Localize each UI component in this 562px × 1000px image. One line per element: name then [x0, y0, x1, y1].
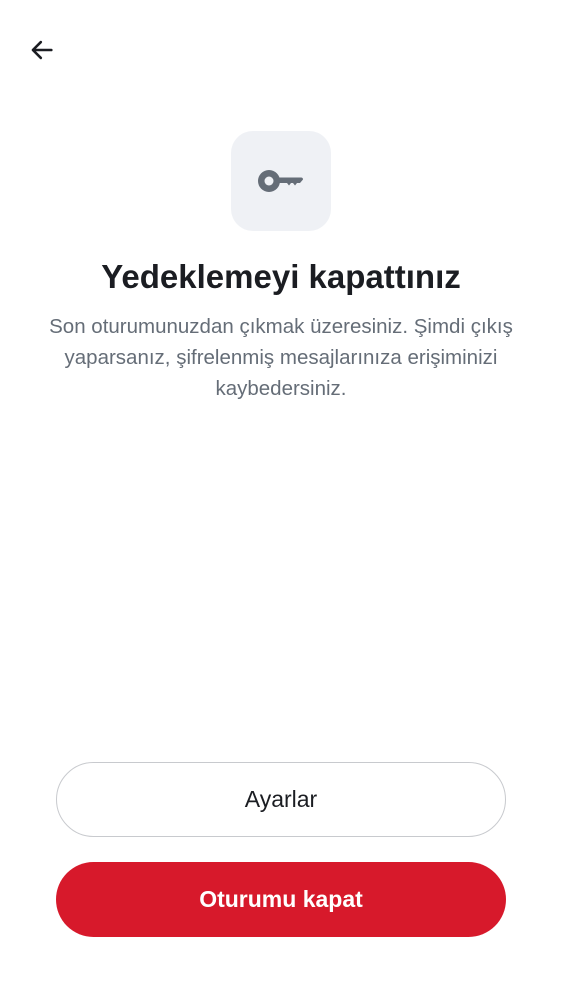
settings-button[interactable]: Ayarlar [56, 762, 506, 837]
page-title: Yedeklemeyi kapattınız [101, 258, 461, 295]
sign-out-button-label: Oturumu kapat [199, 886, 363, 912]
key-icon [258, 170, 303, 192]
back-button[interactable] [20, 28, 64, 72]
settings-button-label: Ayarlar [244, 786, 318, 812]
key-icon-tile [231, 131, 331, 231]
signout-screen: Yedeklemeyi kapattınız Son oturumunuzdan… [0, 0, 562, 1000]
sign-out-button[interactable]: Oturumu kapat [56, 862, 506, 937]
warning-description: Son oturumunuzdan çıkmak üzeresiniz. Şim… [49, 315, 513, 400]
arrow-left-icon [31, 40, 53, 60]
